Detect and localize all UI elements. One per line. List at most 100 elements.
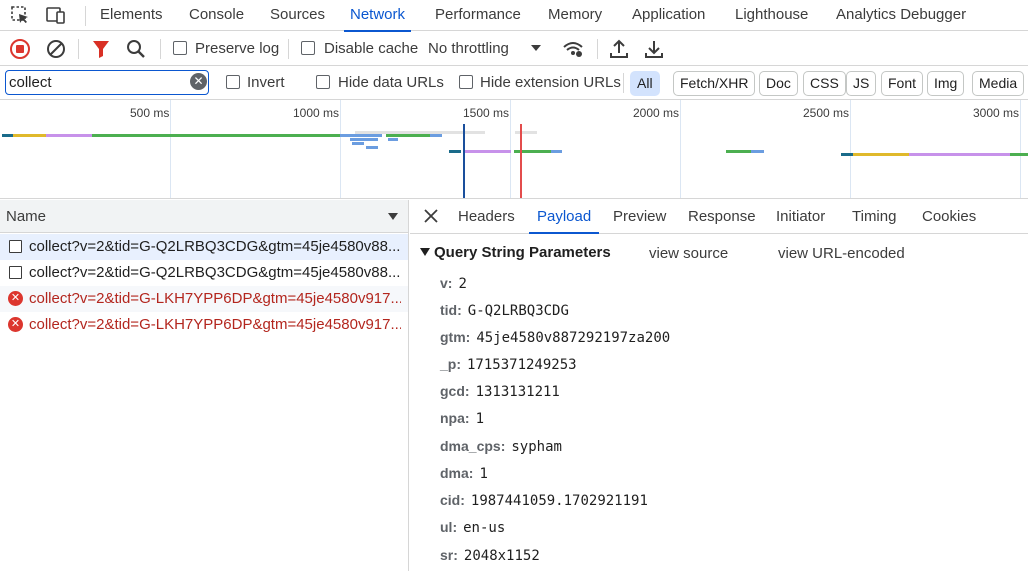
- stop-recording-icon[interactable]: [8, 37, 32, 61]
- type-filter-fetch-xhr[interactable]: Fetch/XHR: [673, 71, 756, 96]
- param-row: tid: G-Q2LRBQ3CDG: [440, 302, 569, 322]
- export-har-icon[interactable]: [642, 37, 666, 61]
- param-value: 1313131211: [475, 384, 560, 400]
- filter-bar: Invert Hide data URLs Hide extension URL…: [0, 66, 1028, 100]
- timeline-bar: [340, 134, 382, 137]
- tab-application[interactable]: Application: [632, 0, 705, 31]
- import-har-icon[interactable]: [607, 37, 631, 61]
- preserve-log-checkbox[interactable]: [173, 41, 187, 55]
- clear-filter-icon[interactable]: ✕: [190, 73, 207, 90]
- param-key: _p:: [440, 356, 461, 372]
- view-url-encoded-button[interactable]: view URL-encoded: [778, 245, 905, 262]
- tab-network[interactable]: Network: [343, 0, 412, 32]
- timeline-bar: [515, 131, 537, 134]
- param-value: 1987441059.1702921191: [470, 493, 648, 509]
- filter-input[interactable]: [5, 70, 209, 95]
- tab-console[interactable]: Console: [189, 0, 244, 31]
- hide-extension-urls-label[interactable]: Hide extension URLs: [480, 74, 621, 91]
- preserve-log-label[interactable]: Preserve log: [195, 40, 279, 57]
- search-icon[interactable]: [124, 37, 148, 61]
- timeline-bar: [853, 153, 909, 156]
- tab-preview[interactable]: Preview: [613, 200, 666, 233]
- param-row: gtm: 45je4580v887292197za200: [440, 329, 670, 349]
- timeline-bar: [46, 134, 92, 137]
- throttling-select[interactable]: No throttling: [428, 40, 509, 57]
- type-filter-js[interactable]: JS: [846, 71, 877, 96]
- type-filter-img[interactable]: Img: [927, 71, 965, 96]
- param-row: sr: 2048x1152: [440, 547, 540, 567]
- request-row[interactable]: ✕ collect?v=2&tid=G-LKH7YPP6DP&gtm=45je4…: [0, 312, 408, 338]
- hide-data-urls-label[interactable]: Hide data URLs: [338, 74, 444, 91]
- tab-elements[interactable]: Elements: [100, 0, 163, 31]
- network-toolbar: Preserve log Disable cache No throttling: [0, 31, 1028, 66]
- tab-response[interactable]: Response: [688, 200, 756, 233]
- ruler-label: 1000 ms: [293, 106, 340, 120]
- tab-lighthouse[interactable]: Lighthouse: [735, 0, 808, 31]
- filter-icon[interactable]: [89, 37, 113, 61]
- disable-cache-label[interactable]: Disable cache: [324, 40, 418, 57]
- request-name: collect?v=2&tid=G-Q2LRBQ3CDG&gtm=45je458…: [29, 238, 401, 255]
- tab-cookies[interactable]: Cookies: [922, 200, 976, 233]
- invert-checkbox[interactable]: [226, 75, 240, 89]
- ruler-label: 1500 ms: [463, 106, 510, 120]
- type-filter-font[interactable]: Font: [881, 71, 924, 96]
- type-filter-css[interactable]: CSS: [803, 71, 846, 96]
- timeline-bar: [464, 150, 511, 153]
- close-icon[interactable]: [422, 207, 440, 225]
- ruler-label: 3000 ms: [973, 106, 1020, 120]
- request-row[interactable]: collect?v=2&tid=G-Q2LRBQ3CDG&gtm=45je458…: [0, 234, 408, 260]
- document-icon: [9, 266, 22, 279]
- param-row: dma: 1: [440, 465, 488, 485]
- type-filter-all[interactable]: All: [630, 71, 660, 96]
- network-conditions-icon[interactable]: [561, 37, 585, 61]
- tab-performance[interactable]: Performance: [435, 0, 521, 31]
- view-source-button[interactable]: view source: [649, 245, 728, 262]
- timeline-bar: [386, 134, 430, 137]
- network-overview[interactable]: 500 ms 1000 ms 1500 ms 2000 ms 2500 ms 3…: [0, 100, 1028, 199]
- timeline-bar: [388, 138, 398, 141]
- clear-icon[interactable]: [44, 37, 68, 61]
- param-value: 2: [458, 276, 467, 292]
- ruler-label: 2000 ms: [633, 106, 680, 120]
- request-name: collect?v=2&tid=G-Q2LRBQ3CDG&gtm=45je458…: [29, 264, 401, 281]
- toolbar-separator: [597, 39, 598, 59]
- gridline: [170, 100, 171, 198]
- request-row[interactable]: ✕ collect?v=2&tid=G-LKH7YPP6DP&gtm=45je4…: [0, 286, 408, 312]
- invert-label[interactable]: Invert: [247, 74, 285, 91]
- hide-extension-urls-checkbox[interactable]: [459, 75, 473, 89]
- type-filter-media[interactable]: Media: [972, 71, 1025, 96]
- tab-initiator[interactable]: Initiator: [776, 200, 825, 233]
- toolbar-separator: [78, 39, 79, 59]
- param-value: 1: [475, 411, 484, 427]
- tab-headers[interactable]: Headers: [458, 200, 515, 233]
- device-toolbar-icon[interactable]: [45, 4, 67, 26]
- timeline-bar: [2, 134, 13, 137]
- param-value: en-us: [463, 520, 506, 536]
- sort-arrow-icon[interactable]: [388, 213, 398, 220]
- request-row[interactable]: collect?v=2&tid=G-Q2LRBQ3CDG&gtm=45je458…: [0, 260, 408, 286]
- inspect-element-icon[interactable]: [9, 4, 31, 26]
- query-string-section-toggle[interactable]: Query String Parameters: [420, 244, 611, 261]
- hide-data-urls-checkbox[interactable]: [316, 75, 330, 89]
- disable-cache-checkbox[interactable]: [301, 41, 315, 55]
- tab-bar-separator: [85, 6, 86, 26]
- ruler-label: 2500 ms: [803, 106, 850, 120]
- chevron-down-icon[interactable]: [528, 40, 544, 56]
- param-key: npa:: [440, 410, 470, 426]
- expand-triangle-icon: [420, 248, 430, 256]
- param-key: v:: [440, 275, 453, 291]
- load-marker: [520, 124, 522, 198]
- tab-payload[interactable]: Payload: [528, 200, 600, 234]
- tab-memory[interactable]: Memory: [548, 0, 602, 31]
- timeline-bar: [726, 150, 751, 153]
- toolbar-separator: [160, 39, 161, 59]
- tab-timing[interactable]: Timing: [852, 200, 896, 233]
- param-value: sypham: [511, 439, 562, 455]
- param-row: v: 2: [440, 275, 467, 295]
- tab-sources[interactable]: Sources: [270, 0, 325, 31]
- tab-analytics-debugger[interactable]: Analytics Debugger: [836, 0, 966, 31]
- type-filter-doc[interactable]: Doc: [759, 71, 798, 96]
- request-name: collect?v=2&tid=G-LKH7YPP6DP&gtm=45je458…: [29, 290, 401, 307]
- timeline-bar: [909, 153, 1010, 156]
- name-column-header[interactable]: Name: [0, 200, 408, 233]
